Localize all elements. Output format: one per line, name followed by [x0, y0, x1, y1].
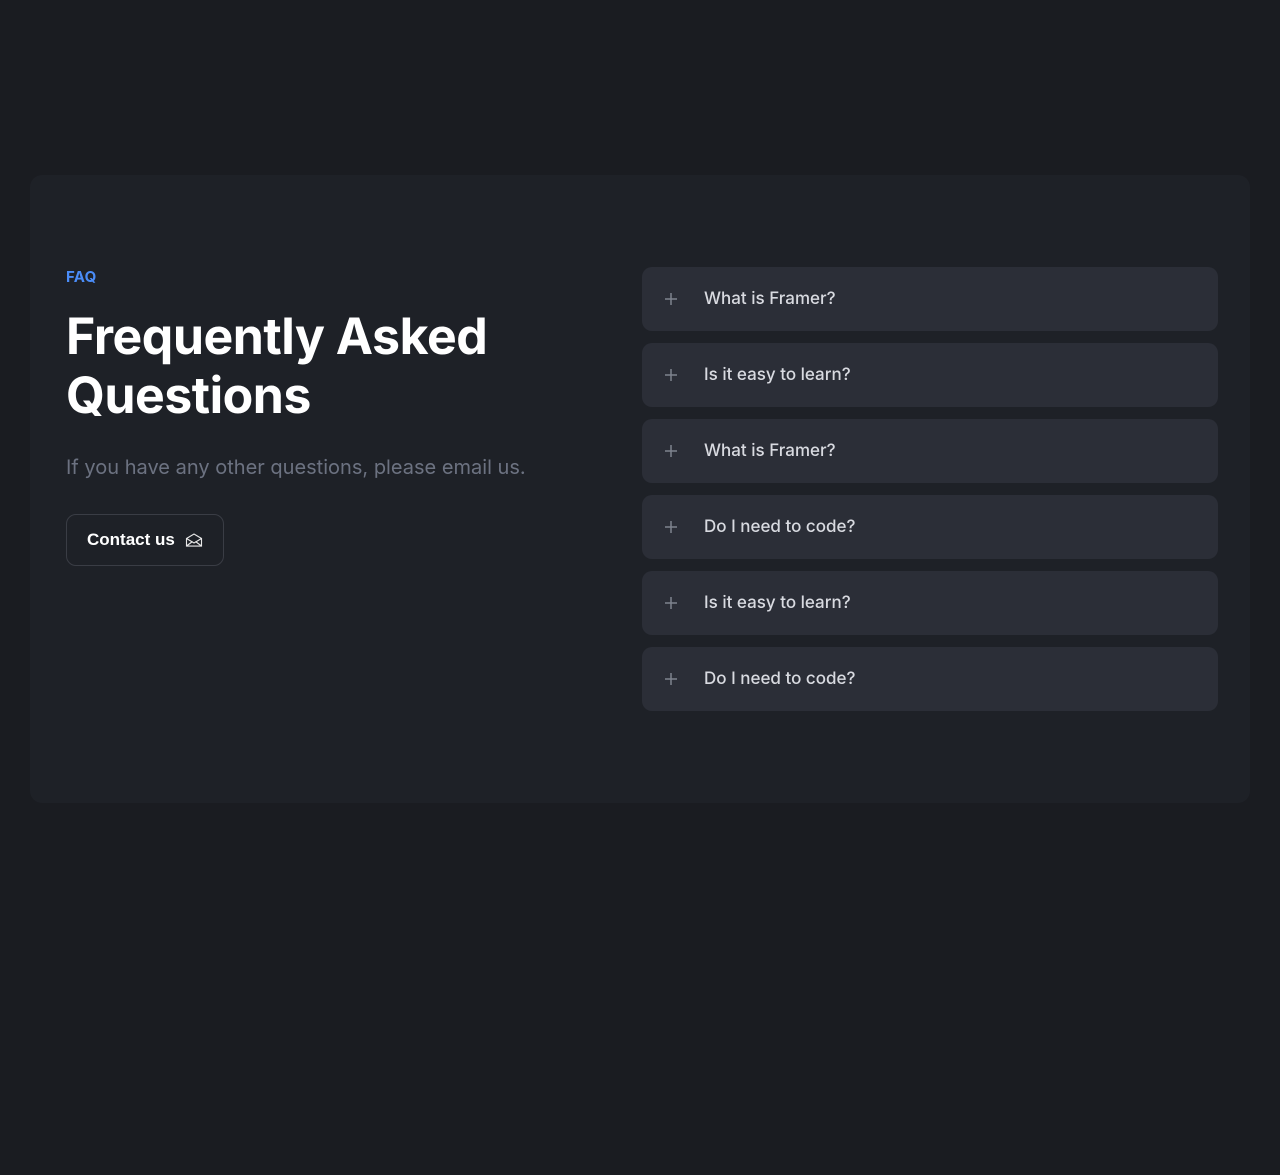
- faq-item[interactable]: Is it easy to learn?: [642, 343, 1218, 407]
- faq-item[interactable]: What is Framer?: [642, 419, 1218, 483]
- plus-icon: [662, 442, 680, 460]
- faq-item[interactable]: What is Framer?: [642, 267, 1218, 331]
- contact-us-button[interactable]: Contact us: [66, 514, 224, 566]
- contact-us-label: Contact us: [87, 530, 175, 550]
- plus-icon: [662, 290, 680, 308]
- faq-intro-column: FAQ Frequently Asked Questions If you ha…: [62, 267, 602, 711]
- faq-item[interactable]: Is it easy to learn?: [642, 571, 1218, 635]
- page-title: Frequently Asked Questions: [66, 308, 602, 426]
- mail-icon: [185, 532, 203, 548]
- faq-question: What is Framer?: [704, 441, 836, 461]
- plus-icon: [662, 518, 680, 536]
- faq-question: What is Framer?: [704, 289, 836, 309]
- faq-question: Is it easy to learn?: [704, 593, 851, 613]
- faq-item[interactable]: Do I need to code?: [642, 495, 1218, 559]
- faq-item[interactable]: Do I need to code?: [642, 647, 1218, 711]
- faq-list: What is Framer? Is it easy to learn? Wha…: [642, 267, 1218, 711]
- faq-container: FAQ Frequently Asked Questions If you ha…: [30, 175, 1250, 803]
- section-badge: FAQ: [66, 267, 602, 286]
- faq-question: Do I need to code?: [704, 517, 855, 537]
- plus-icon: [662, 670, 680, 688]
- page-subtitle: If you have any other questions, please …: [66, 452, 602, 482]
- plus-icon: [662, 594, 680, 612]
- faq-question: Do I need to code?: [704, 669, 855, 689]
- faq-question: Is it easy to learn?: [704, 365, 851, 385]
- plus-icon: [662, 366, 680, 384]
